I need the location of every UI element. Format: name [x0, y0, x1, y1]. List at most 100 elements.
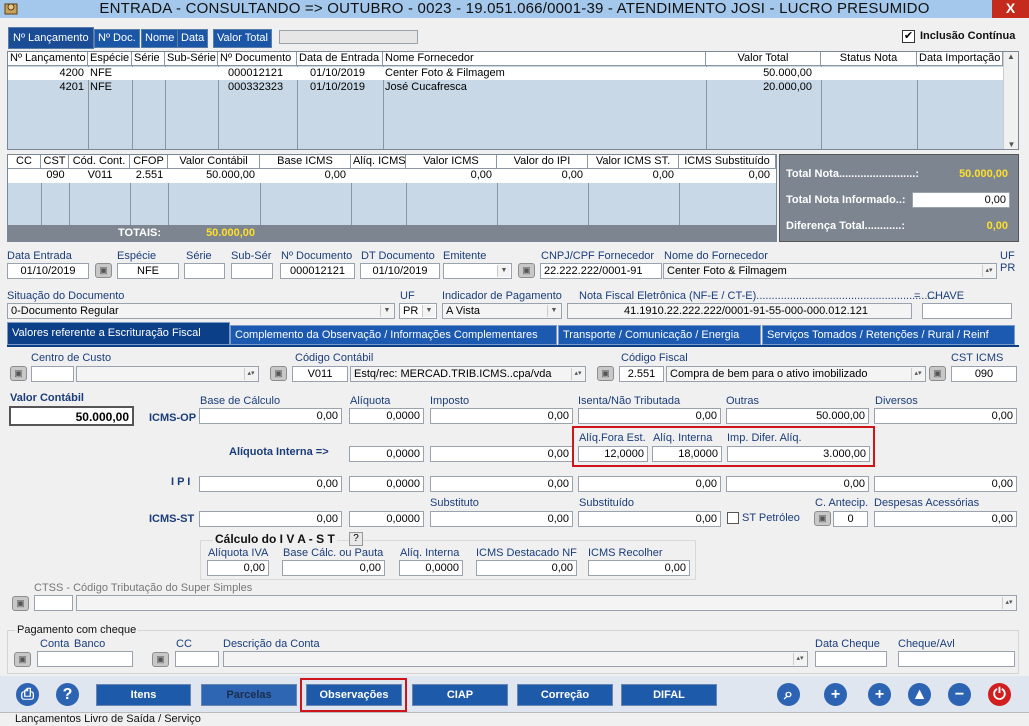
icmsop-isenta-field[interactable]: 0,00: [578, 408, 721, 424]
help-icon[interactable]: ?: [54, 681, 81, 708]
col-header[interactable]: Alíq. ICMS: [351, 155, 406, 169]
col-header[interactable]: CST: [41, 155, 69, 169]
camera-icon[interactable]: ▣: [814, 511, 831, 526]
chave-field[interactable]: 41.1910.22.222.222/0001-91-55-000-000.01…: [567, 303, 912, 319]
total-informado-input[interactable]: 0,00: [912, 192, 1010, 208]
close-button[interactable]: X: [992, 0, 1029, 18]
valor-contabil-field[interactable]: 50.000,00: [9, 406, 134, 426]
camera-icon[interactable]: ▣: [152, 652, 169, 667]
dtdoc-field[interactable]: 01/10/2019: [360, 263, 440, 279]
chave-input[interactable]: [922, 303, 1012, 319]
table-row[interactable]: 090 V011 2.551 50.000,00 0,00 0,00 0,00 …: [8, 169, 776, 183]
uf2-select[interactable]: PR ▼: [399, 303, 437, 319]
ndoc-field[interactable]: 000012121: [280, 263, 355, 279]
st-petroleo-checkbox[interactable]: [727, 512, 739, 524]
search-input[interactable]: [279, 30, 418, 44]
subser-field[interactable]: [231, 263, 273, 279]
minus-icon[interactable]: −: [946, 681, 973, 708]
nome-fornecedor-field[interactable]: Center Foto & Filmagem ▴▾: [663, 263, 997, 279]
col-header[interactable]: Data de Entrada: [297, 52, 383, 66]
icmsst-substituido-field[interactable]: 0,00: [578, 511, 721, 527]
icmsop-outras-field[interactable]: 50.000,00: [726, 408, 869, 424]
col-header[interactable]: Espécie: [88, 52, 132, 66]
cnpj-field[interactable]: 22.222.222/0001-91: [540, 263, 662, 279]
indicador-select[interactable]: A Vista ▼: [442, 303, 562, 319]
observacoes-button[interactable]: Observações: [306, 684, 402, 706]
aliquota-interna-imposto-field[interactable]: 0,00: [430, 446, 573, 462]
base-pauta-field[interactable]: 0,00: [282, 560, 385, 576]
print-icon[interactable]: ⎙: [14, 681, 41, 708]
icmsop-diversos-field[interactable]: 0,00: [874, 408, 1017, 424]
camera-icon[interactable]: ▣: [597, 366, 614, 381]
descricao-conta-field[interactable]: ▴▾: [223, 651, 808, 667]
codigo-contabil-field[interactable]: V011: [292, 366, 348, 382]
col-header[interactable]: CFOP: [130, 155, 168, 169]
aliq-interna-difal-field[interactable]: 18,0000: [652, 446, 722, 462]
ciap-button[interactable]: CIAP: [412, 684, 508, 706]
col-header[interactable]: Valor Contábil: [168, 155, 260, 169]
col-header[interactable]: Cód. Cont.: [69, 155, 130, 169]
col-header[interactable]: Nome Fornecedor: [383, 52, 706, 66]
col-header[interactable]: CC: [8, 155, 41, 169]
tab-nome[interactable]: Nome: [141, 29, 179, 48]
col-header[interactable]: Data Importação: [917, 52, 1003, 66]
tab-valores-escrituracao[interactable]: Valores referente a Escrituração Fiscal: [7, 322, 230, 345]
icms-dest-field[interactable]: 0,00: [476, 560, 577, 576]
tab-servicos-tomados[interactable]: Serviços Tomados / Retenções / Rural / R…: [762, 325, 1015, 345]
cst-icms-field[interactable]: 090: [951, 366, 1017, 382]
search-icon[interactable]: ⌕: [775, 681, 802, 708]
camera-icon[interactable]: ▣: [518, 263, 535, 278]
up-arrow-icon[interactable]: ▲: [906, 681, 933, 708]
power-icon[interactable]: ⏻: [986, 681, 1013, 708]
notes-scrollbar[interactable]: ▲ ▼: [1003, 52, 1018, 149]
icmsst-base-field[interactable]: 0,00: [199, 511, 342, 527]
camera-icon[interactable]: ▣: [95, 263, 112, 278]
col-header[interactable]: Base ICMS: [260, 155, 351, 169]
antecip-field[interactable]: 0: [833, 511, 868, 527]
ipi-aliquota-field[interactable]: 0,0000: [349, 476, 424, 492]
ipi-diversos-field[interactable]: 0,00: [874, 476, 1017, 492]
ctss-code-field[interactable]: [34, 595, 73, 611]
aliquota-interna-field[interactable]: 0,0000: [349, 446, 424, 462]
ipi-outras-field[interactable]: 0,00: [726, 476, 869, 492]
itens-button[interactable]: Itens: [96, 684, 191, 706]
icmsop-base-field[interactable]: 0,00: [199, 408, 342, 424]
help-button[interactable]: ?: [349, 532, 363, 546]
imp-difer-field[interactable]: 3.000,00: [727, 446, 870, 462]
col-header[interactable]: Valor ICMS: [406, 155, 497, 169]
tab-numero-doc[interactable]: Nº Doc.: [94, 29, 140, 48]
ipi-isenta-field[interactable]: 0,00: [578, 476, 721, 492]
col-header[interactable]: Valor ICMS ST.: [588, 155, 679, 169]
camera-icon[interactable]: ▣: [14, 652, 31, 667]
icmsop-aliquota-field[interactable]: 0,0000: [349, 408, 424, 424]
col-header[interactable]: ICMS Substituído: [679, 155, 776, 169]
col-header[interactable]: Série: [132, 52, 165, 66]
camera-icon[interactable]: ▣: [10, 366, 27, 381]
col-header[interactable]: Sub-Série: [165, 52, 218, 66]
data-entrada-field[interactable]: 01/10/2019: [7, 263, 89, 279]
aliq-iva-field[interactable]: 0,00: [207, 560, 269, 576]
emitente-select[interactable]: ▼: [443, 263, 512, 279]
add-icon[interactable]: +: [866, 681, 893, 708]
ctss-desc-field[interactable]: ▴▾: [76, 595, 1017, 611]
tab-valor-total[interactable]: Valor Total: [213, 29, 272, 48]
search-plus-icon[interactable]: +: [822, 681, 849, 708]
ipi-base-field[interactable]: 0,00: [199, 476, 342, 492]
codigo-fiscal-desc[interactable]: Compra de bem para o ativo imobilizado ▴▾: [666, 366, 926, 382]
codigo-fiscal-field[interactable]: 2.551: [619, 366, 664, 382]
col-header[interactable]: Status Nota: [821, 52, 917, 66]
table-row[interactable]: 4201 NFE 000332323 01/10/2019 José Cucaf…: [8, 81, 1003, 94]
difal-button[interactable]: DIFAL: [621, 684, 717, 706]
serie-field[interactable]: [184, 263, 225, 279]
parcelas-button[interactable]: Parcelas: [201, 684, 297, 706]
data-cheque-field[interactable]: [815, 651, 887, 667]
camera-icon[interactable]: ▣: [929, 366, 946, 381]
conta-banco-field[interactable]: [37, 651, 133, 667]
especie-field[interactable]: NFE: [117, 263, 179, 279]
tab-complemento-observacao[interactable]: Complemento da Observação / Informações …: [230, 325, 557, 345]
col-header[interactable]: Valor Total: [706, 52, 821, 66]
col-header[interactable]: Nº Documento: [218, 52, 297, 66]
icmsst-aliquota-field[interactable]: 0,0000: [349, 511, 424, 527]
col-header[interactable]: Nº Lançamento: [8, 52, 88, 66]
camera-icon[interactable]: ▣: [12, 596, 29, 611]
